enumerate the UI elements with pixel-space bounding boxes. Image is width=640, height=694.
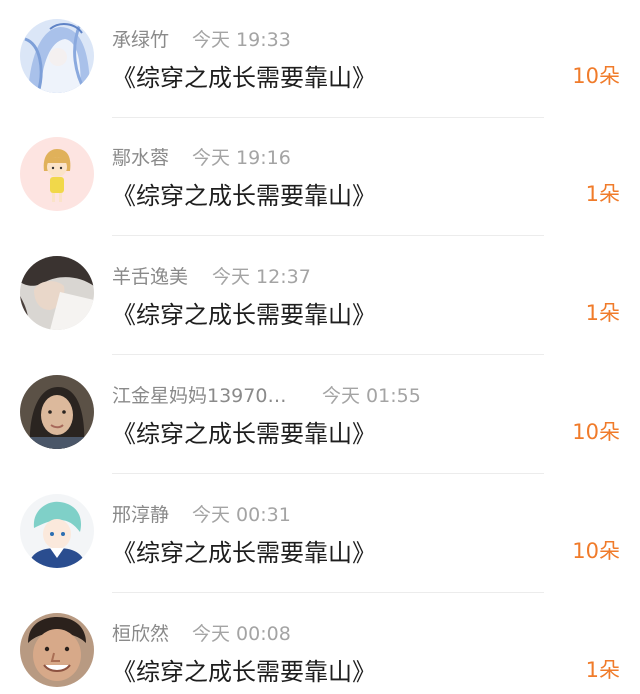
comment-time: 今天 12:37 (212, 266, 311, 288)
book-title[interactable]: 《综穿之成长需要靠山》 (112, 295, 376, 330)
divider (112, 473, 544, 474)
book-title[interactable]: 《综穿之成长需要靠山》 (112, 533, 376, 568)
list-item[interactable]: 桓欣然 今天 00:08 《综穿之成长需要靠山》 1朵 (0, 594, 640, 694)
book-title[interactable]: 《综穿之成长需要靠山》 (112, 414, 376, 449)
comment-time: 今天 19:33 (192, 29, 291, 51)
book-title[interactable]: 《综穿之成长需要靠山》 (112, 58, 376, 93)
divider (112, 592, 544, 593)
divider (112, 235, 544, 236)
divider (112, 354, 544, 355)
flower-count: 10朵 (572, 420, 620, 444)
comment-time: 今天 00:08 (192, 623, 291, 645)
comment-time: 今天 19:16 (192, 147, 291, 169)
flower-count: 10朵 (572, 539, 620, 563)
user-name[interactable]: 承绿竹 (112, 25, 169, 52)
cartoon-girl-avatar-icon[interactable] (20, 137, 94, 211)
list-item[interactable]: 江金星妈妈13970… 今天 01:55 《综穿之成长需要靠山》 10朵 (0, 356, 640, 474)
list-item[interactable]: 邢淳静 今天 00:31 《综穿之成长需要靠山》 10朵 (0, 475, 640, 593)
list-item[interactable]: 羊舌逸美 今天 12:37 《综穿之成长需要靠山》 1朵 (0, 237, 640, 355)
comment-time: 今天 00:31 (192, 504, 291, 526)
flower-count: 1朵 (585, 182, 620, 206)
list-item[interactable]: 承绿竹 今天 19:33 《综穿之成长需要靠山》 10朵 (0, 0, 640, 118)
user-name[interactable]: 羊舌逸美 (112, 262, 188, 289)
comment-list: 承绿竹 今天 19:33 《综穿之成长需要靠山》 10朵 鄢水蓉 今天 19:1… (0, 0, 640, 694)
user-name[interactable]: 鄢水蓉 (112, 143, 169, 170)
user-name[interactable]: 江金星妈妈13970… (112, 381, 286, 408)
portrait-avatar-icon[interactable] (20, 256, 94, 330)
book-title[interactable]: 《综穿之成长需要靠山》 (112, 652, 376, 687)
flower-count: 10朵 (572, 64, 620, 88)
man-face-avatar-icon[interactable] (20, 613, 94, 687)
anime-boy-avatar-icon[interactable] (20, 494, 94, 568)
comment-time: 今天 01:55 (322, 385, 421, 407)
book-title[interactable]: 《综穿之成长需要靠山》 (112, 176, 376, 211)
woman-photo-avatar-icon[interactable] (20, 375, 94, 449)
flower-count: 1朵 (585, 658, 620, 682)
flower-count: 1朵 (585, 301, 620, 325)
user-name[interactable]: 桓欣然 (112, 619, 169, 646)
anime-girl-avatar-icon[interactable] (20, 19, 94, 93)
user-name[interactable]: 邢淳静 (112, 500, 169, 527)
list-item[interactable]: 鄢水蓉 今天 19:16 《综穿之成长需要靠山》 1朵 (0, 118, 640, 236)
